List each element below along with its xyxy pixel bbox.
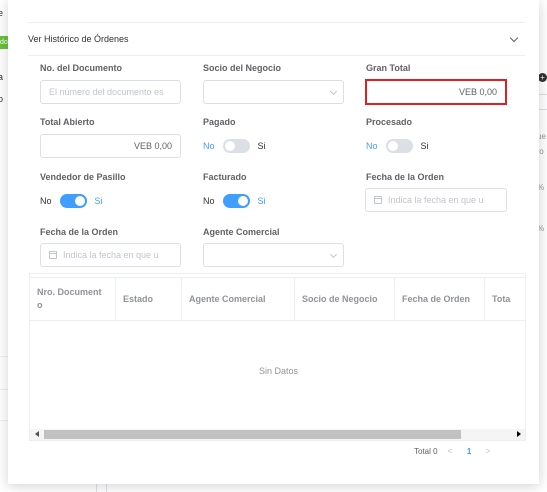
processed-no-label[interactable]: No xyxy=(366,141,378,151)
processed-label: Procesado xyxy=(366,117,413,127)
order-date-input[interactable]: Indica la fecha en que u xyxy=(365,188,507,212)
order-date-input-2[interactable]: Indica la fecha en que u xyxy=(40,243,181,267)
column-header[interactable]: Tota xyxy=(485,278,525,320)
document-number-label: No. del Documento xyxy=(40,63,123,73)
business-partner-select[interactable] xyxy=(203,80,344,104)
chevron-down-icon xyxy=(329,250,338,259)
chevron-down-icon xyxy=(329,87,338,96)
background-divider xyxy=(0,389,8,390)
paid-switch[interactable] xyxy=(222,139,250,153)
background-text: a xyxy=(0,72,4,82)
scrollbar-thumb[interactable] xyxy=(44,430,461,439)
collapse-title: Ver Histórico de Órdenes xyxy=(28,34,129,44)
open-total-label: Total Abierto xyxy=(40,117,95,127)
page-number-button[interactable]: 1 xyxy=(467,447,471,456)
invoiced-yes-label[interactable]: Si xyxy=(258,196,266,206)
empty-state-text: Sin Datos xyxy=(258,366,299,376)
column-header[interactable]: Agente Comercial xyxy=(182,278,295,320)
processed-yes-label[interactable]: Si xyxy=(421,141,429,151)
column-header[interactable]: Estado xyxy=(116,278,182,320)
pagination-total: Total 0 xyxy=(414,446,438,456)
calendar-icon xyxy=(374,196,382,204)
calendar-icon xyxy=(49,251,57,259)
grand-total-input[interactable]: VEB 0,00 xyxy=(365,79,507,105)
order-date-label-2: Fecha de la Orden xyxy=(40,227,119,237)
switch-knob xyxy=(237,196,248,206)
invoiced-field: Facturado xyxy=(203,172,247,182)
chevron-down-icon[interactable] xyxy=(509,34,519,44)
sales-agent-field: Agente Comercial xyxy=(203,227,280,237)
switch-knob xyxy=(74,196,85,206)
order-date-field-2: Fecha de la Orden xyxy=(40,227,118,237)
switch-knob xyxy=(224,141,235,151)
open-total-input[interactable]: VEB 0,00 xyxy=(40,134,181,158)
prev-page-button[interactable]: < xyxy=(448,446,453,456)
aisle-seller-no-label[interactable]: No xyxy=(40,196,52,206)
paid-label: Pagado xyxy=(203,117,236,127)
aisle-seller-switch[interactable] xyxy=(59,194,87,208)
background-divider xyxy=(96,484,97,492)
document-number-field: No. del Documento xyxy=(40,63,122,73)
order-history-collapse-header[interactable]: Ver Histórico de Órdenes xyxy=(28,22,525,56)
aisle-seller-switch-group: No Si xyxy=(40,194,103,208)
invoiced-switch-group: No Si xyxy=(203,194,266,208)
order-date-label: Fecha de la Orden xyxy=(366,172,445,182)
aisle-seller-label: Vendedor de Pasillo xyxy=(40,172,126,182)
background-text: o xyxy=(0,94,4,104)
invoiced-switch[interactable] xyxy=(222,194,250,208)
business-partner-field: Socio del Negocio xyxy=(203,63,281,73)
sales-agent-label: Agente Comercial xyxy=(203,227,280,237)
aisle-seller-field: Vendedor de Pasillo xyxy=(40,172,126,182)
pagination: Total 0 < 1 > xyxy=(414,444,491,458)
order-history-dialog: Ver Histórico de Órdenes No. del Documen… xyxy=(8,0,539,484)
background-divider xyxy=(0,356,8,357)
paid-yes-label[interactable]: Si xyxy=(258,141,266,151)
column-header[interactable]: Fecha de Orden xyxy=(395,278,485,320)
background-text: e xyxy=(0,8,4,18)
sales-agent-select[interactable] xyxy=(203,243,344,267)
paid-switch-group: No Si xyxy=(203,139,266,153)
processed-switch-group: No Si xyxy=(366,139,429,153)
order-date-placeholder-2: Indica la fecha en que u xyxy=(63,250,159,260)
processed-switch[interactable] xyxy=(385,139,413,153)
business-partner-label: Socio del Negocio xyxy=(203,63,282,73)
background-divider xyxy=(106,484,107,492)
table-header: Nro. Document o Estado Agente Comercial … xyxy=(30,277,525,321)
background-divider xyxy=(0,420,8,421)
plus-circle-icon: + xyxy=(538,73,547,82)
open-total-field: Total Abierto xyxy=(40,117,95,127)
order-date-field: Fecha de la Orden xyxy=(366,172,444,182)
grand-total-label: Gran Total xyxy=(366,63,411,73)
invoiced-no-label[interactable]: No xyxy=(203,196,215,206)
document-number-input[interactable]: El número del documento es xyxy=(40,80,181,104)
orders-table: Nro. Document o Estado Agente Comercial … xyxy=(29,273,526,441)
invoiced-label: Facturado xyxy=(203,172,247,182)
scroll-left-icon[interactable] xyxy=(35,431,39,437)
paid-no-label[interactable]: No xyxy=(203,141,215,151)
switch-knob xyxy=(387,141,398,151)
scroll-right-icon[interactable] xyxy=(517,431,521,437)
grand-total-field: Gran Total xyxy=(366,63,410,73)
paid-field: Pagado xyxy=(203,117,236,127)
processed-field: Procesado xyxy=(366,117,412,127)
column-header[interactable]: Nro. Document o xyxy=(30,278,116,320)
background-badge: do xyxy=(0,36,8,49)
aisle-seller-yes-label[interactable]: Si xyxy=(95,196,103,206)
order-date-placeholder: Indica la fecha en que u xyxy=(388,195,484,205)
column-header[interactable]: Socio de Negocio xyxy=(295,278,395,320)
next-page-button[interactable]: > xyxy=(485,446,490,456)
horizontal-scrollbar[interactable] xyxy=(30,429,525,440)
